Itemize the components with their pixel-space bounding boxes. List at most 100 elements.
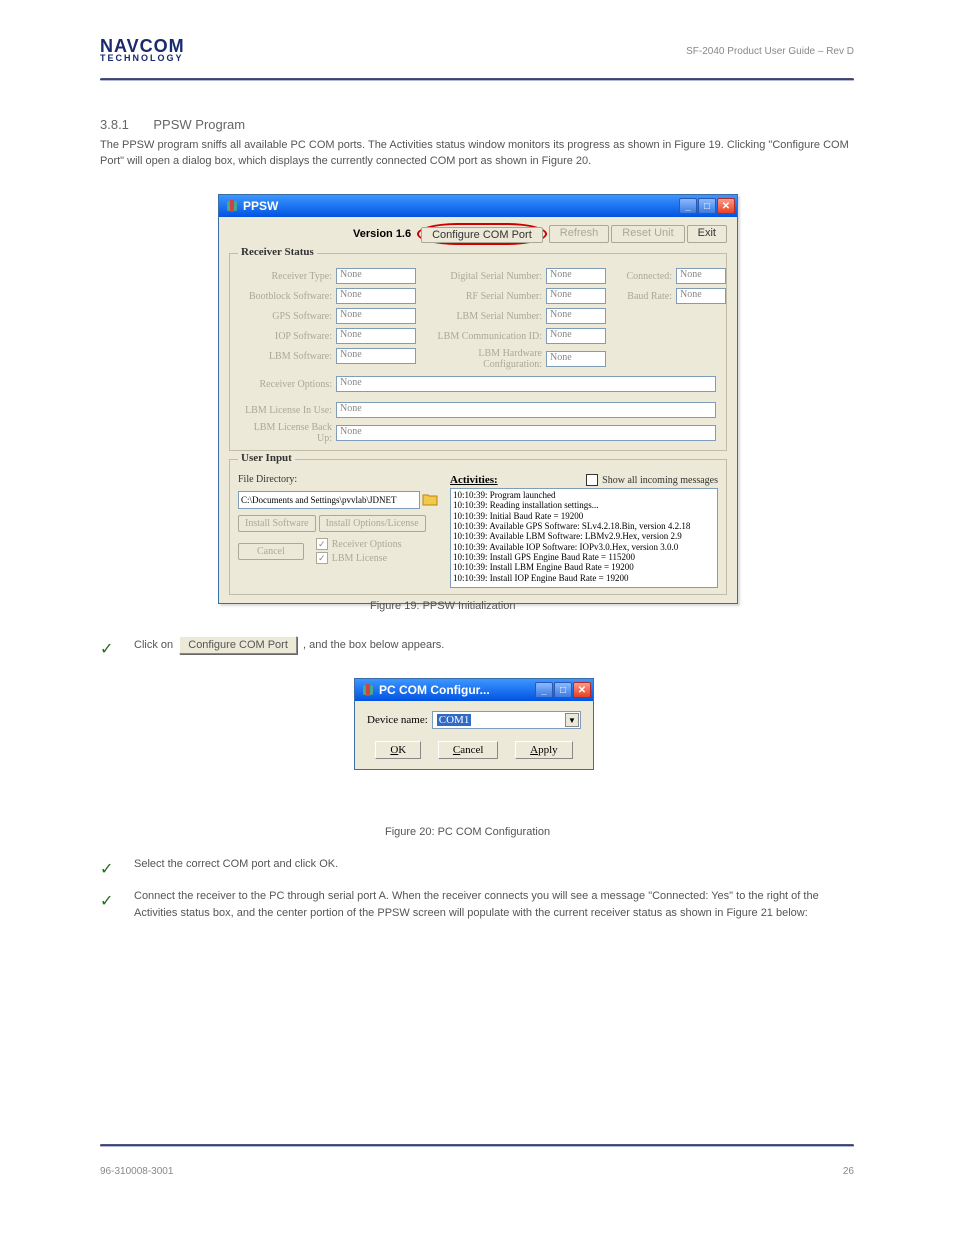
device-name-combobox[interactable]: COM1 ▼	[432, 711, 581, 729]
iop-software-field: None	[336, 328, 416, 344]
receiver-type-field: None	[336, 268, 416, 284]
brand-sub: TECHNOLOGY	[100, 53, 185, 63]
user-input-legend: User Input	[238, 452, 295, 464]
maximize-button[interactable]: □	[554, 682, 572, 698]
file-directory-label: File Directory:	[238, 474, 438, 485]
receiver-options-checkbox[interactable]: ✓Receiver Options	[316, 538, 402, 550]
titlebar: PC COM Configur... _ □ ✕	[355, 679, 593, 701]
intro-text: The PPSW program sniffs all available PC…	[100, 138, 854, 170]
label: LBM Serial Number:	[422, 311, 542, 322]
dialog-title: PC COM Configur...	[379, 683, 490, 697]
document-page: NAVCOM TECHNOLOGY SF-2040 Product User G…	[0, 0, 954, 1235]
install-options-license-button[interactable]: Install Options/License	[319, 515, 426, 532]
page-number: 26	[843, 1166, 854, 1177]
window-controls: _ □ ✕	[679, 198, 735, 214]
heading-title: PPSW Program	[153, 117, 245, 132]
highlight-circle: Configure COM Port	[417, 223, 547, 245]
step: ✓ Select the correct COM port and click …	[100, 856, 854, 882]
step-text: Click on Configure COM Port , and the bo…	[134, 636, 444, 654]
close-button[interactable]: ✕	[573, 682, 591, 698]
cancel-button[interactable]: Cancel	[438, 741, 499, 759]
footer: 96-310008-3001 26	[100, 1166, 854, 1177]
device-name-label: Device name:	[367, 714, 428, 726]
activities-area: Activities: Show all incoming messages 1…	[450, 474, 718, 588]
activities-title: Activities:	[450, 474, 498, 486]
baud-rate-field: None	[676, 288, 726, 304]
gps-software-field: None	[336, 308, 416, 324]
cancel-button[interactable]: Cancel	[238, 543, 304, 560]
folder-icon[interactable]	[422, 492, 438, 508]
label: LBM License In Use:	[238, 405, 332, 416]
publication-number: 96-310008-3001	[100, 1166, 173, 1177]
activities-log: 10:10:39: Program launched10:10:39: Read…	[450, 488, 718, 588]
step-text: Select the correct COM port and click OK…	[134, 856, 338, 873]
lbm-hw-field: None	[546, 351, 606, 367]
figure-20-caption: Figure 20: PC COM Configuration	[385, 826, 550, 838]
header-rule	[100, 78, 854, 81]
close-button[interactable]: ✕	[717, 198, 735, 214]
receiver-status-legend: Receiver Status	[238, 246, 317, 258]
label: GPS Software:	[238, 311, 332, 322]
label: Receiver Type:	[238, 271, 332, 282]
label: Bootblock Software:	[238, 291, 332, 302]
digital-sn-field: None	[546, 268, 606, 284]
ppsw-window: PPSW _ □ ✕ Version 1.6 Configure COM Por…	[218, 194, 738, 604]
label: LBM Hardware Configuration:	[422, 348, 542, 370]
file-directory-input[interactable]	[238, 491, 420, 509]
version-label: Version 1.6	[353, 228, 411, 240]
connected-field: None	[676, 268, 726, 284]
step-text: Connect the receiver to the PC through s…	[134, 888, 854, 921]
label: IOP Software:	[238, 331, 332, 342]
doc-title: SF-2040 Product User Guide – Rev D	[686, 46, 854, 57]
section-heading: 3.8.1 PPSW Program	[100, 116, 245, 134]
pc-com-configuration-dialog: PC COM Configur... _ □ ✕ Device name: CO…	[354, 678, 594, 770]
label: Receiver Options:	[238, 379, 332, 390]
titlebar: PPSW _ □ ✕	[219, 195, 737, 217]
chevron-down-icon[interactable]: ▼	[565, 713, 579, 727]
rf-sn-field: None	[546, 288, 606, 304]
app-icon	[361, 683, 375, 697]
minimize-button[interactable]: _	[535, 682, 553, 698]
label: LBM Software:	[238, 351, 332, 362]
brand-logo: NAVCOM TECHNOLOGY	[100, 36, 185, 63]
show-all-messages-checkbox[interactable]: Show all incoming messages	[586, 474, 718, 486]
reset-unit-button[interactable]: Reset Unit	[611, 225, 684, 243]
window-title: PPSW	[243, 199, 278, 213]
apply-button[interactable]: Apply	[515, 741, 573, 759]
label: LBM Communication ID:	[422, 331, 542, 342]
label: Baud Rate:	[612, 291, 672, 302]
minimize-button[interactable]: _	[679, 198, 697, 214]
window-title-area: PPSW	[225, 199, 278, 213]
maximize-button[interactable]: □	[698, 198, 716, 214]
bootblock-field: None	[336, 288, 416, 304]
install-software-button[interactable]: Install Software	[238, 515, 316, 532]
heading-num: 3.8.1	[100, 117, 129, 132]
dialog-title-area: PC COM Configur...	[361, 683, 490, 697]
configure-com-port-button[interactable]: Configure COM Port	[421, 227, 543, 243]
exit-button[interactable]: Exit	[687, 225, 727, 243]
receiver-options-field: None	[336, 376, 716, 392]
step: ✓ Click on Configure COM Port , and the …	[100, 636, 854, 662]
footer-rule	[100, 1144, 854, 1147]
label: Connected:	[612, 271, 672, 282]
app-icon	[225, 199, 239, 213]
ok-button[interactable]: OK	[375, 741, 421, 759]
lbm-license-backup-field: None	[336, 425, 716, 441]
receiver-status-group: Receiver Status Receiver Type:None Bootb…	[229, 253, 727, 451]
label: RF Serial Number:	[422, 291, 542, 302]
check-icon: ✓	[100, 890, 116, 914]
check-icon: ✓	[100, 858, 116, 882]
lbm-comm-field: None	[546, 328, 606, 344]
step: ✓ Connect the receiver to the PC through…	[100, 888, 854, 921]
device-name-value: COM1	[437, 714, 472, 726]
user-input-group: User Input File Directory: Install Softw…	[229, 459, 727, 595]
configure-com-port-inline-button: Configure COM Port	[179, 636, 297, 654]
lbm-software-field: None	[336, 348, 416, 364]
check-icon: ✓	[100, 638, 116, 662]
label: LBM License Back Up:	[238, 422, 332, 444]
lbm-license-in-use-field: None	[336, 402, 716, 418]
lbm-license-checkbox[interactable]: ✓LBM License	[316, 552, 402, 564]
figure-19-caption: Figure 19: PPSW Initialization	[370, 600, 516, 612]
lbm-sn-field: None	[546, 308, 606, 324]
refresh-button[interactable]: Refresh	[549, 225, 610, 243]
